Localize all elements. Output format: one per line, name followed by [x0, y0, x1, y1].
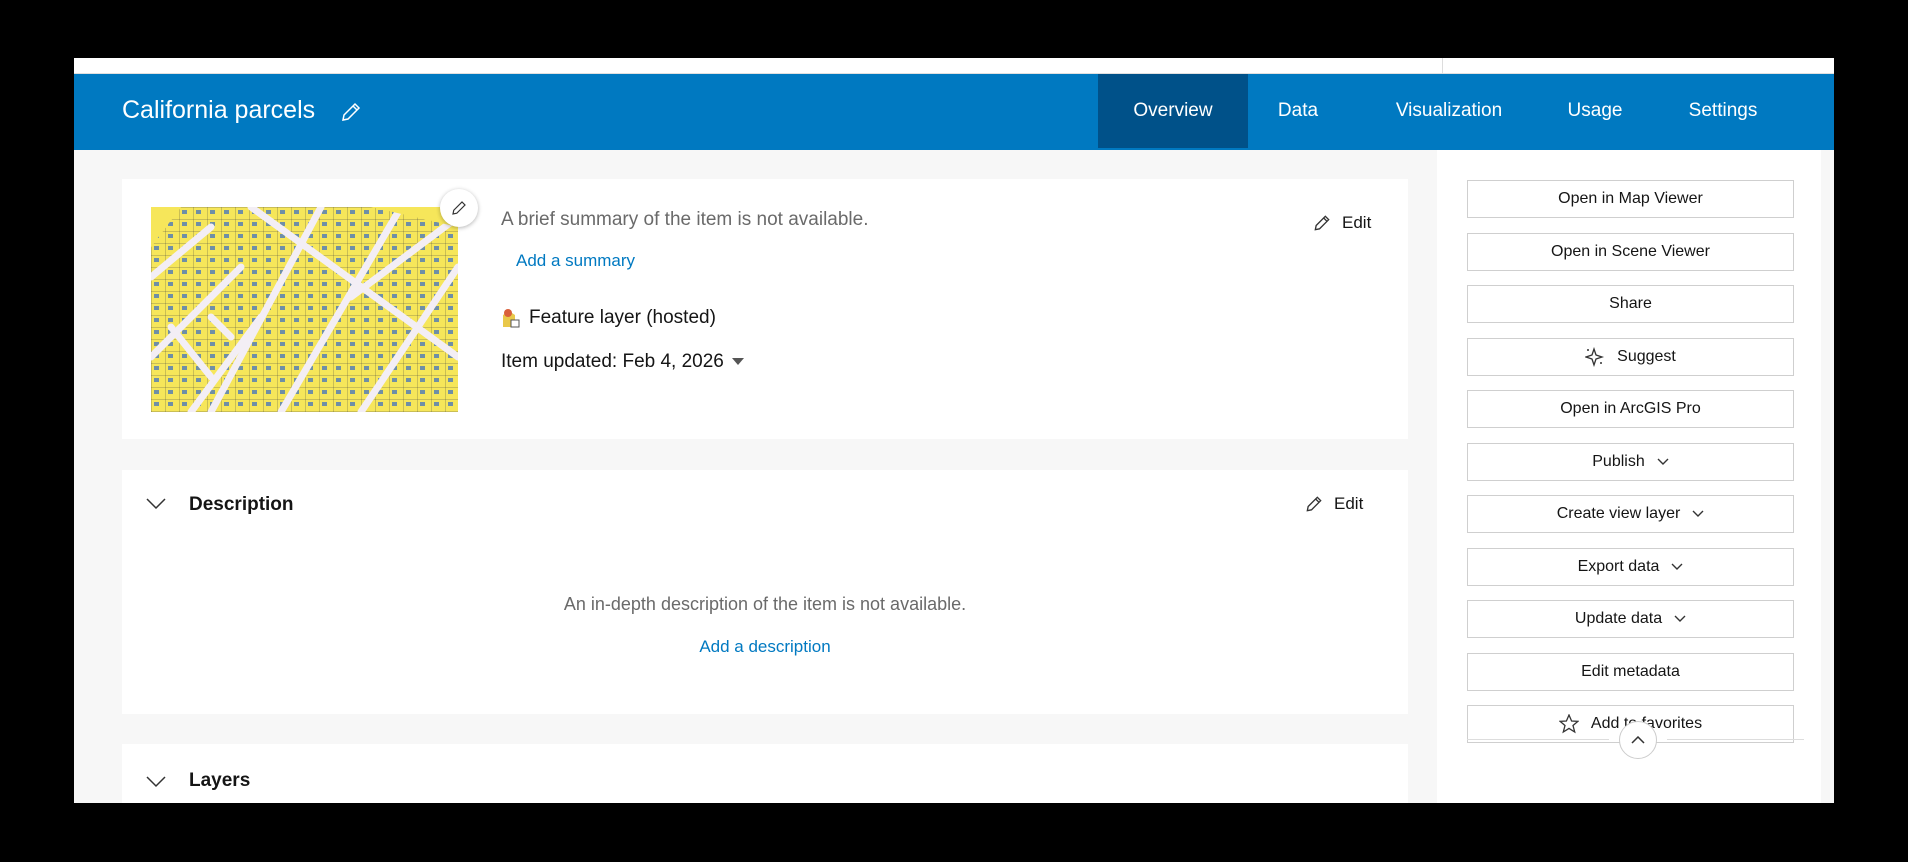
share-button[interactable]: Share — [1467, 285, 1794, 323]
overview-card: A brief summary of the item is not avail… — [122, 179, 1408, 439]
description-title: Description — [189, 494, 294, 515]
edit-metadata-button[interactable]: Edit metadata — [1467, 652, 1794, 691]
chevron-down-icon — [1692, 510, 1704, 517]
publish-button[interactable]: Publish — [1467, 442, 1794, 481]
layers-section: Layers — [122, 744, 1408, 803]
item-thumbnail — [151, 207, 458, 412]
top-strip — [74, 58, 1834, 74]
chevron-down-icon — [1674, 615, 1686, 622]
item-title: California parcels — [122, 96, 316, 124]
item-updated-dropdown[interactable]: Item updated: Feb 4, 2026 — [501, 351, 744, 373]
layers-title: Layers — [189, 770, 251, 791]
tab-overview[interactable]: Overview — [1098, 74, 1248, 148]
tab-data[interactable]: Data — [1268, 74, 1328, 148]
item-page: California parcels Overview Data Visuali… — [74, 58, 1834, 803]
suggest-button[interactable]: Suggest — [1467, 337, 1794, 376]
create-view-layer-button[interactable]: Create view layer — [1467, 495, 1794, 533]
add-summary-link[interactable]: Add a summary — [516, 251, 635, 271]
chevron-down-icon[interactable] — [146, 776, 166, 788]
open-in-scene-viewer-button[interactable]: Open in Scene Viewer — [1467, 232, 1794, 271]
open-in-map-viewer-button[interactable]: Open in Map Viewer — [1467, 180, 1794, 218]
chevron-down-icon — [1671, 563, 1683, 570]
update-data-button[interactable]: Update data — [1467, 600, 1794, 638]
tab-visualization[interactable]: Visualization — [1384, 74, 1514, 148]
pencil-icon — [1314, 215, 1330, 231]
edit-label: Edit — [1342, 213, 1372, 232]
edit-description-button[interactable]: Edit — [1304, 494, 1363, 514]
edit-summary-button[interactable]: Edit — [1312, 213, 1371, 233]
chevron-up-icon — [1631, 736, 1645, 744]
edit-thumbnail-button[interactable] — [440, 189, 478, 227]
collapse-button[interactable] — [1619, 721, 1657, 759]
description-section: Description Edit An in-depth description… — [122, 470, 1408, 714]
feature-layer-icon — [503, 309, 520, 328]
sparkle-icon — [1585, 346, 1605, 367]
open-in-arcgis-pro-button[interactable]: Open in ArcGIS Pro — [1467, 390, 1794, 428]
pencil-icon — [1306, 496, 1322, 512]
pencil-icon[interactable] — [339, 100, 363, 124]
add-description-link[interactable]: Add a description — [699, 637, 830, 656]
description-empty-text: An in-depth description of the item is n… — [563, 594, 967, 614]
tab-usage[interactable]: Usage — [1560, 74, 1630, 148]
summary-text: A brief summary of the item is not avail… — [501, 209, 869, 230]
actions-sidebar: Open in Map Viewer Open in Scene Viewer Sh… — [1437, 150, 1821, 803]
star-icon — [1558, 714, 1579, 734]
pencil-icon — [452, 201, 466, 215]
export-data-button[interactable]: Export data — [1467, 547, 1794, 586]
chevron-down-icon[interactable] — [146, 498, 166, 510]
tab-settings[interactable]: Settings — [1678, 74, 1768, 148]
item-type: Feature layer (hosted) — [501, 307, 716, 329]
chevron-down-icon — [1657, 458, 1669, 465]
item-header: California parcels Overview Data Visuali… — [74, 74, 1834, 150]
caret-down-icon — [731, 358, 744, 365]
